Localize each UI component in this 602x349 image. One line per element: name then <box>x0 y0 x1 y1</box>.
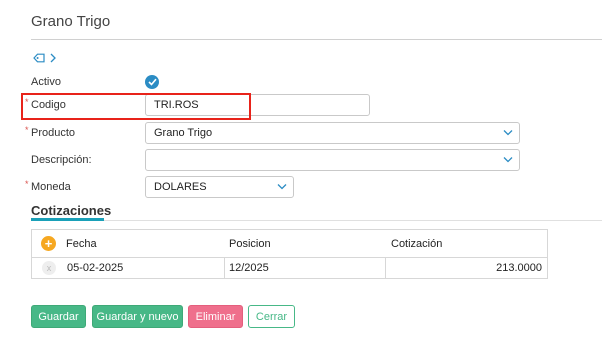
guardar-y-nuevo-button[interactable]: Guardar y nuevo <box>92 305 183 328</box>
moneda-label: Moneda <box>31 181 71 193</box>
guardar-button[interactable]: Guardar <box>31 305 86 328</box>
codigo-highlight-box <box>21 93 251 120</box>
activo-checkbox[interactable] <box>145 75 159 89</box>
cell-cotizacion[interactable]: 213.0000 <box>496 258 542 278</box>
producto-select[interactable]: Grano Trigo <box>145 122 520 144</box>
producto-required-mark: * <box>25 125 29 135</box>
table-row[interactable]: x 05-02-2025 12/2025 213.0000 <box>32 257 547 278</box>
producto-label: Producto <box>31 127 76 139</box>
cell-posicion[interactable]: 12/2025 <box>229 258 269 278</box>
eliminar-button[interactable]: Eliminar <box>188 305 243 328</box>
moneda-required-mark: * <box>25 179 29 189</box>
title-divider <box>31 39 602 40</box>
cotizaciones-grid: + Fecha Posicion Cotización x 05-02-2025… <box>31 229 548 279</box>
tab-cotizaciones[interactable]: Cotizaciones <box>31 203 111 218</box>
chevron-right-icon[interactable] <box>50 53 56 63</box>
add-row-icon[interactable]: + <box>41 236 56 251</box>
cerrar-button[interactable]: Cerrar <box>248 305 295 328</box>
tab-active-indicator <box>31 218 104 221</box>
descripcion-select[interactable] <box>145 149 520 171</box>
tag-icon[interactable] <box>33 53 45 63</box>
column-header-cotizacion[interactable]: Cotización <box>391 230 442 257</box>
check-icon <box>147 78 157 86</box>
descripcion-label: Descripción: <box>31 154 92 166</box>
chevron-down-icon <box>503 130 513 136</box>
column-header-posicion[interactable]: Posicion <box>229 230 271 257</box>
grid-header-row: + Fecha Posicion Cotización <box>32 230 547 257</box>
tag-toolbar[interactable] <box>33 53 56 63</box>
chevron-down-icon <box>277 184 287 190</box>
column-divider <box>224 258 225 278</box>
moneda-select[interactable]: DOLARES <box>145 176 294 198</box>
chevron-down-icon <box>503 157 513 163</box>
activo-label: Activo <box>31 76 61 88</box>
page-title: Grano Trigo <box>31 13 111 30</box>
moneda-value: DOLARES <box>154 181 207 193</box>
producto-value: Grano Trigo <box>154 127 213 139</box>
column-divider <box>385 258 386 278</box>
tab-divider <box>31 220 602 221</box>
cell-fecha[interactable]: 05-02-2025 <box>67 258 123 278</box>
remove-row-icon[interactable]: x <box>42 261 56 275</box>
column-header-fecha[interactable]: Fecha <box>66 230 97 257</box>
